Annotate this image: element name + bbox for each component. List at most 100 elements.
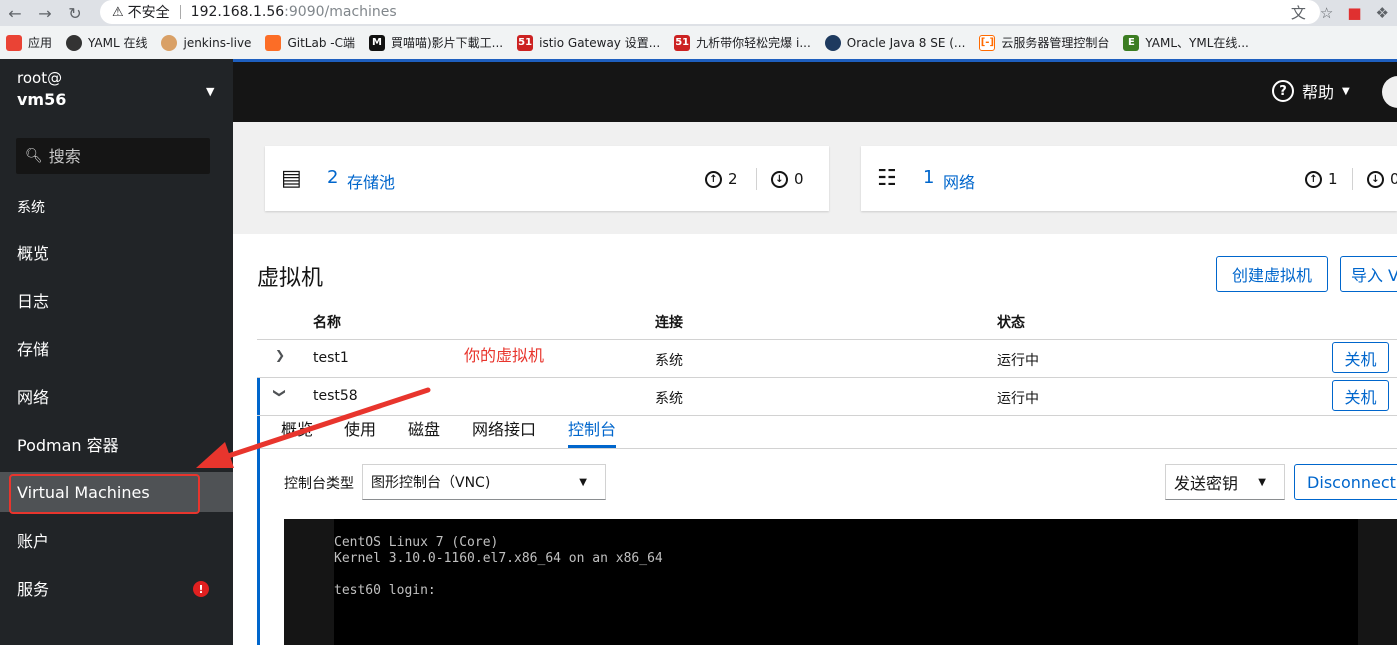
divider xyxy=(257,339,1397,340)
back-icon[interactable]: ← xyxy=(0,0,30,26)
sidebar-item-overview[interactable]: 概览 xyxy=(0,232,233,272)
help-menu[interactable]: ? 帮助 ▼ xyxy=(1272,79,1350,103)
caret-down-icon[interactable]: ▼ xyxy=(206,85,214,98)
bookmark-item[interactable]: E YAML、YML在线... xyxy=(1123,34,1249,51)
vnc-console[interactable]: CentOS Linux 7 (Core) Kernel 3.10.0-1160… xyxy=(284,519,1397,645)
tab-disks[interactable]: 磁盘 xyxy=(408,416,440,440)
console-screen[interactable]: CentOS Linux 7 (Core) Kernel 3.10.0-1160… xyxy=(334,519,1358,645)
import-vm-button[interactable]: 导入 V xyxy=(1340,256,1397,292)
site-icon xyxy=(66,34,83,51)
sidebar-item-label: Podman 容器 xyxy=(17,436,119,455)
search-input[interactable] xyxy=(48,146,199,166)
tab-usage[interactable]: 使用 xyxy=(344,416,376,440)
caret-down-icon: ▼ xyxy=(579,476,587,488)
bookmark-item[interactable]: YAML 在线 xyxy=(66,34,147,51)
sidebar-item-storage[interactable]: 存储 xyxy=(0,328,233,368)
active-count: ↑ 1 xyxy=(1305,170,1338,188)
sidebar-item-network[interactable]: 网络 xyxy=(0,376,233,416)
sidebar-item-accounts[interactable]: 账户 xyxy=(0,520,233,560)
arrow-down-icon: ↓ xyxy=(1367,170,1384,188)
disconnect-button[interactable]: Disconnect xyxy=(1294,464,1397,500)
jenkins-icon xyxy=(161,34,178,51)
inactive-count: ↓ 0 xyxy=(771,170,804,188)
vm-connection: 系统 xyxy=(655,391,683,407)
send-key-dropdown[interactable]: 发送密钥 ▼ xyxy=(1165,464,1285,500)
storage-pool-link[interactable]: 存储池 xyxy=(347,169,395,193)
shutdown-button[interactable]: 关机 xyxy=(1332,342,1389,373)
console-type-select[interactable]: 图形控制台（VNC) ▼ xyxy=(362,464,606,500)
sidebar-item-logs[interactable]: 日志 xyxy=(0,280,233,320)
networks-card: ☷ 1 网络 ↑ 1 ↓ 0 xyxy=(861,146,1397,211)
forward-icon[interactable]: → xyxy=(30,0,60,26)
divider xyxy=(1352,168,1353,190)
sidebar-item-podman[interactable]: Podman 容器 xyxy=(0,424,233,464)
column-header-name[interactable]: 名称 xyxy=(313,312,341,332)
bookmark-item[interactable]: M 買喵喵)影片下載工... xyxy=(368,34,504,51)
reload-icon[interactable]: ↻ xyxy=(60,0,90,26)
extension-icons: 文 ☆ ■ ❖ xyxy=(1291,2,1389,23)
site-icon: M xyxy=(368,34,385,51)
column-header-connection[interactable]: 连接 xyxy=(655,312,683,332)
section-heading: 系统 xyxy=(17,200,45,216)
sidebar-item-label: 存储 xyxy=(17,340,50,359)
translate-icon[interactable]: 文 xyxy=(1291,2,1306,23)
bookmark-label: jenkins-live xyxy=(183,35,252,50)
bookmark-label: Oracle Java 8 SE (... xyxy=(846,35,966,50)
oracle-icon xyxy=(824,34,841,51)
vm-state: 运行中 xyxy=(997,391,1039,407)
bookmark-label: 買喵喵)影片下載工... xyxy=(390,36,504,50)
active-value: 2 xyxy=(728,170,738,188)
tab-network-interfaces[interactable]: 网络接口 xyxy=(472,416,536,440)
sidebar-search[interactable]: 🔍︎ xyxy=(16,138,210,174)
tab-overview[interactable]: 概览 xyxy=(281,416,313,440)
inactive-count: ↓ 0 xyxy=(1367,170,1397,188)
arrow-down-icon: ↓ xyxy=(771,170,788,188)
star-icon[interactable]: ☆ xyxy=(1320,4,1333,22)
shutdown-button[interactable]: 关机 xyxy=(1332,380,1389,411)
annotation-highlight-box xyxy=(9,474,200,514)
bookmark-item[interactable]: Oracle Java 8 SE (... xyxy=(824,34,966,51)
main-content: ▤ 2 存储池 ↑ 2 ↓ 0 ☷ 1 网络 ↑ 1 ↓ 0 虚拟机 创建虚拟机 导入 … xyxy=(233,122,1397,645)
network-count[interactable]: 1 xyxy=(923,167,934,188)
active-count: ↑ 2 xyxy=(705,170,738,188)
tab-console[interactable]: 控制台 xyxy=(568,416,616,440)
help-icon: ? xyxy=(1272,80,1294,102)
bookmark-item[interactable]: 51 九析带你轻松完爆 i... xyxy=(674,34,811,51)
bookmark-item[interactable]: 应用 xyxy=(6,34,52,51)
gitlab-icon xyxy=(265,34,282,51)
address-bar[interactable]: ⚠ 不安全 192.168.1.56:9090/machines xyxy=(100,0,1320,24)
bookmark-item[interactable]: jenkins-live xyxy=(161,34,252,51)
chevron-down-icon[interactable]: ❯ xyxy=(273,388,287,398)
divider xyxy=(260,448,1397,449)
sidebar-item-label: 日志 xyxy=(17,292,50,311)
network-link[interactable]: 网络 xyxy=(943,169,975,193)
url-host: 192.168.1.56 xyxy=(190,4,285,20)
bookmark-label: YAML、YML在线... xyxy=(1145,36,1249,50)
bookmark-label: 应用 xyxy=(28,36,53,50)
sidebar-item-label: 服务 xyxy=(17,580,50,599)
vm-name[interactable]: test1 xyxy=(313,350,349,366)
send-key-label: 发送密钥 xyxy=(1174,474,1239,493)
divider xyxy=(257,377,1397,378)
console-type-label: 控制台类型 xyxy=(284,476,354,492)
create-vm-button[interactable]: 创建虚拟机 xyxy=(1216,256,1328,292)
sidebar-item-label: 概览 xyxy=(17,244,50,263)
column-header-state[interactable]: 状态 xyxy=(997,312,1025,332)
host-switcher[interactable]: root@ vm56 xyxy=(17,69,66,109)
top-bar: ? 帮助 ▼ xyxy=(233,62,1397,122)
cto51-icon: 51 xyxy=(517,34,534,51)
bookmark-item[interactable]: GitLab -C端 xyxy=(265,34,355,51)
avatar[interactable] xyxy=(1382,76,1397,108)
arrow-up-icon: ↑ xyxy=(705,170,722,188)
extension-red-icon[interactable]: ■ xyxy=(1347,4,1361,22)
inactive-value: 0 xyxy=(1390,170,1397,188)
bookmark-item[interactable]: 51 istio Gateway 设置... xyxy=(517,34,660,51)
url-path: :9090/machines xyxy=(284,4,397,20)
vm-connection: 系统 xyxy=(655,353,683,369)
chevron-right-icon[interactable]: ❯ xyxy=(275,348,285,362)
bookmark-item[interactable]: [-] 云服务器管理控制台 xyxy=(979,34,1109,51)
storage-pool-count[interactable]: 2 xyxy=(327,167,338,188)
search-icon: 🔍︎ xyxy=(25,148,43,164)
puzzle-icon[interactable]: ❖ xyxy=(1376,4,1389,22)
vm-name[interactable]: test58 xyxy=(313,388,358,404)
